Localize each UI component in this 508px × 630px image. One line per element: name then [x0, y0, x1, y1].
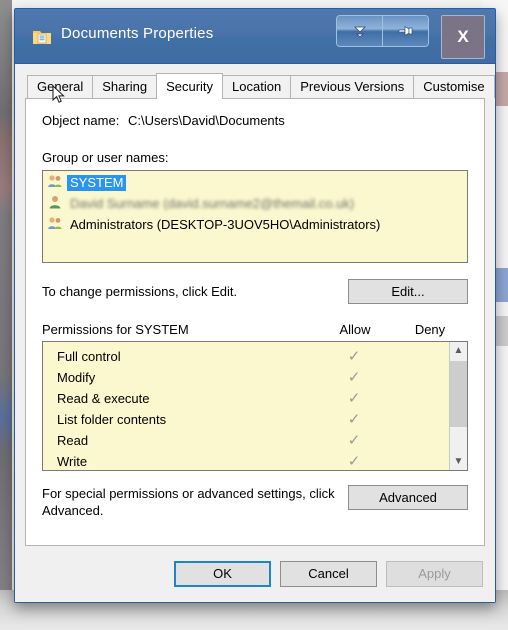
permissions-rows: Full control ✓ Modify ✓ Read & execute ✓ List …: [43, 342, 449, 470]
object-name-row: Object name: C:\Users\David\Documents: [42, 113, 468, 128]
tab-strip: General Sharing Security Location Previous V…: [25, 73, 495, 99]
edit-hint-text: To change permissions, click Edit.: [42, 284, 238, 299]
dialog-body: General Sharing Security Location Previous V…: [15, 64, 495, 546]
check-icon: ✓: [347, 348, 361, 365]
title-bar[interactable]: Documents Properties X: [15, 9, 495, 64]
permission-name: Read: [57, 433, 89, 448]
group-list-item[interactable]: SYSTEM: [43, 172, 467, 193]
tab-customise[interactable]: Customise: [413, 75, 495, 98]
edit-button[interactable]: Edit...: [348, 279, 468, 304]
group-or-user-names-list[interactable]: SYSTEM David Surname (david.surname2@them…: [42, 170, 468, 263]
permission-row[interactable]: List folder contents ✓: [43, 409, 449, 430]
group-list-item-label: Administrators (DESKTOP-3UOV5HO\Administ…: [70, 216, 381, 232]
group-users-icon: [47, 173, 67, 192]
group-list-item-label: SYSTEM: [67, 174, 127, 191]
single-user-icon: [47, 194, 67, 213]
object-name-value: C:\Users\David\Documents: [128, 113, 285, 128]
tab-location[interactable]: Location: [222, 75, 292, 98]
permissions-header-row: Permissions for SYSTEM Allow Deny: [42, 322, 468, 337]
permissions-scrollbar[interactable]: ▲ ▼: [449, 342, 467, 470]
cancel-button[interactable]: Cancel: [280, 561, 377, 587]
collapse-ribbon-button[interactable]: [337, 16, 382, 46]
edit-permissions-row: To change permissions, click Edit. Edit.…: [42, 279, 468, 304]
ok-button[interactable]: OK: [174, 561, 271, 587]
properties-dialog: Documents Properties X General Sharing Sec…: [14, 8, 496, 603]
deny-column-header: Deny: [414, 322, 446, 337]
group-users-icon: [48, 175, 62, 187]
group-users-icon: [47, 215, 67, 234]
permission-name: Modify: [57, 370, 96, 385]
close-button[interactable]: X: [441, 15, 485, 59]
permission-allow-cell[interactable]: ✓: [317, 412, 391, 427]
advanced-button[interactable]: Advanced: [348, 485, 468, 510]
security-tab-page: Object name: C:\Users\David\Documents Gr…: [25, 98, 485, 546]
permission-row[interactable]: Read & execute ✓: [43, 388, 449, 409]
advanced-settings-row: For special permissions or advanced sett…: [42, 485, 468, 519]
scrollbar-thumb[interactable]: [450, 361, 467, 427]
scroll-up-arrow-icon[interactable]: ▲: [450, 342, 467, 359]
permission-row[interactable]: Write ✓: [43, 451, 449, 470]
permission-name: Full control: [57, 349, 121, 364]
check-icon: ✓: [347, 369, 361, 386]
dialog-footer: OK Cancel Apply: [15, 546, 495, 602]
permission-allow-cell[interactable]: ✓: [317, 391, 391, 406]
tab-security[interactable]: Security: [156, 73, 224, 99]
window-title: Documents Properties: [61, 25, 214, 42]
group-users-icon: [48, 217, 62, 229]
collapse-chevron-icon: [353, 26, 366, 38]
pin-arrow-icon: [398, 25, 412, 37]
titlebar-button-group: [336, 15, 429, 47]
apply-button: Apply: [386, 561, 483, 587]
object-name-label: Object name:: [42, 113, 120, 128]
permission-name: Read & execute: [57, 391, 150, 406]
folder-document-icon: [33, 31, 51, 44]
advanced-hint-text: For special permissions or advanced sett…: [42, 486, 335, 518]
permissions-for-label: Permissions for SYSTEM: [42, 322, 189, 337]
permission-allow-cell[interactable]: ✓: [317, 370, 391, 385]
tab-sharing[interactable]: Sharing: [92, 75, 158, 98]
check-icon: ✓: [347, 432, 361, 449]
check-icon: ✓: [347, 390, 361, 407]
background-window-left-edge: [0, 0, 12, 630]
permission-name: Write: [57, 454, 88, 469]
permission-name: List folder contents: [57, 412, 167, 427]
tab-previous-versions[interactable]: Previous Versions: [290, 75, 415, 98]
group-or-user-names-label: Group or user names:: [42, 150, 169, 165]
tab-general[interactable]: General: [27, 75, 94, 98]
check-icon: ✓: [347, 411, 361, 428]
permission-row[interactable]: Modify ✓: [43, 367, 449, 388]
permission-allow-cell[interactable]: ✓: [317, 349, 391, 364]
group-list-item[interactable]: David Surname (david.surname2@themail.co…: [43, 193, 467, 214]
group-list-item-label: David Surname (david.surname2@themail.co…: [70, 195, 355, 211]
permission-allow-cell[interactable]: ✓: [317, 454, 391, 469]
check-icon: ✓: [347, 453, 361, 470]
allow-column-header: Allow: [339, 322, 371, 337]
permission-row[interactable]: Read ✓: [43, 430, 449, 451]
scroll-down-arrow-icon[interactable]: ▼: [450, 453, 467, 470]
permission-allow-cell[interactable]: ✓: [317, 433, 391, 448]
single-user-icon: [49, 196, 61, 209]
group-list-item[interactable]: Administrators (DESKTOP-3UOV5HO\Administ…: [43, 214, 467, 235]
permissions-list[interactable]: Full control ✓ Modify ✓ Read & execute ✓ List …: [42, 341, 468, 471]
permission-row[interactable]: Full control ✓: [43, 346, 449, 367]
scrollbar-track[interactable]: [450, 359, 467, 453]
pin-window-button[interactable]: [382, 16, 428, 46]
